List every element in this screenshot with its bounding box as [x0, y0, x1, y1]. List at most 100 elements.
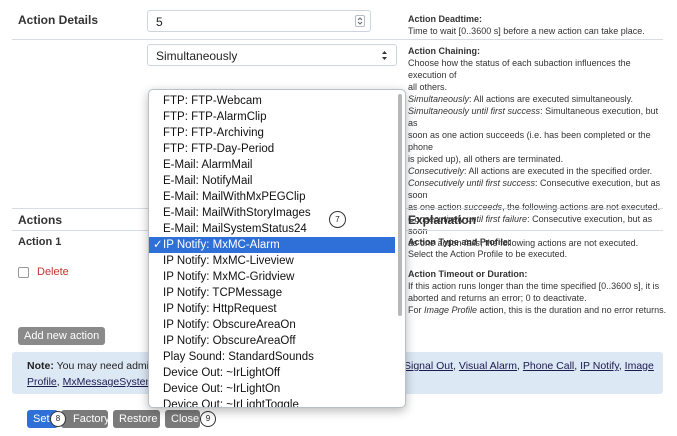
stepper-icon[interactable]	[355, 15, 365, 27]
note-bold: Note:	[27, 360, 54, 372]
help-chaining-term: Simultaneously	[408, 94, 470, 104]
dropdown-option[interactable]: FTP: FTP-Archiving	[149, 125, 395, 141]
dropdown-option-label: E-Mail: MailSystemStatus24	[163, 223, 307, 235]
dropdown-option[interactable]: E-Mail: MailWithMxPEGClip	[149, 189, 395, 205]
dropdown-option-label: E-Mail: MailWithMxPEGClip	[163, 191, 306, 203]
dropdown-option-label: Play Sound: StandardSounds	[163, 351, 314, 363]
help-chaining-title: Action Chaining	[408, 46, 477, 56]
help-chaining-line: as one action	[408, 202, 465, 212]
delete-label: Delete	[37, 266, 69, 278]
action-details-label: Action Details	[18, 13, 99, 27]
action-1-label: Action 1	[18, 236, 62, 248]
callout-badge-8: 8	[50, 411, 66, 427]
help-type-title: Action Type and Profile	[408, 237, 508, 247]
link-ip-notify[interactable]: IP Notify	[580, 360, 619, 372]
action-profile-dropdown[interactable]: FTP: FTP-Webcam FTP: FTP-AlarmClip FTP: FT…	[148, 89, 406, 408]
dropdown-option-label: IP Notify: MxMC-Alarm	[163, 239, 280, 251]
dropdown-option[interactable]: FTP: FTP-Webcam	[149, 93, 395, 109]
help-chaining-line: Choose how the status of each subaction …	[408, 58, 631, 80]
note-text: Note: You may need admi	[27, 360, 149, 372]
chaining-select[interactable]: Simultaneously	[147, 44, 397, 66]
help-type-text: Select the Action Profile to be executed…	[408, 249, 568, 259]
dropdown-option-label: Device Out: ~IrLightToggle	[163, 399, 299, 408]
help-chaining-line: is picked up), all others are terminated…	[408, 154, 564, 164]
dropdown-option-label: E-Mail: NotifyMail	[163, 175, 253, 187]
dropdown-option-label: IP Notify: ObscureAreaOff	[163, 335, 296, 347]
callout-badge-7: 7	[329, 211, 346, 228]
help-chaining-line: , the following actions are not executed…	[502, 202, 661, 212]
dropdown-option[interactable]: Play Sound: StandardSounds	[149, 349, 395, 365]
chaining-value: Simultaneously	[156, 49, 238, 63]
help-timeout-line: If this action runs longer than the time…	[408, 281, 660, 291]
link-phone-call[interactable]: Phone Call	[523, 360, 574, 372]
add-new-action-button[interactable]: Add new action	[18, 327, 106, 345]
dropdown-option-label: E-Mail: AlarmMail	[163, 159, 253, 171]
help-chaining-term: Consecutively	[408, 166, 465, 176]
delete-checkbox[interactable]	[18, 267, 29, 278]
dropdown-option[interactable]: FTP: FTP-Day-Period	[149, 141, 395, 157]
help-deadtime-text: Time to wait [0..3600 s] before a new ac…	[408, 26, 645, 36]
dropdown-option-label: FTP: FTP-Archiving	[163, 127, 264, 139]
close-button[interactable]: Close	[165, 410, 200, 428]
dropdown-option[interactable]: Device Out: ~IrLightOff	[149, 365, 395, 381]
dropdown-option-label: IP Notify: HttpRequest	[163, 303, 277, 315]
select-arrows-icon	[381, 50, 388, 64]
dropdown-option[interactable]: IP Notify: ObscureAreaOff	[149, 333, 395, 349]
help-deadtime: Action Deadtime: Time to wait [0..3600 s…	[408, 14, 645, 36]
help-chaining-term: Simultaneously until first success	[408, 106, 541, 116]
help-timeout: Action Timeout or Duration: If this acti…	[408, 269, 667, 315]
help-timeout-term: Image Profile	[424, 305, 478, 315]
dropdown-option[interactable]: Device Out: ~IrLightToggle	[149, 397, 395, 408]
dropdown-option-label: Device Out: ~IrLightOff	[163, 367, 281, 379]
dropdown-option[interactable]: E-Mail: AlarmMail	[149, 157, 395, 173]
note-body: You may need admi	[53, 360, 149, 372]
deadtime-value: 5	[156, 15, 163, 29]
link-signal-out[interactable]: Signal Out	[404, 360, 453, 372]
dropdown-option-label: IP Notify: TCPMessage	[163, 287, 283, 299]
link-profile[interactable]: Profile	[27, 376, 57, 388]
note-links-right: Signal Out, Visual Alarm, Phone Call, IP…	[404, 360, 654, 372]
link-visual-alarm[interactable]: Visual Alarm	[459, 360, 517, 372]
help-timeout-title: Action Timeout or Duration	[408, 269, 525, 279]
factory-button[interactable]: Factory	[61, 410, 110, 428]
dropdown-option[interactable]: E-Mail: MailWithStoryImages	[149, 205, 395, 221]
dropdown-option[interactable]: IP Notify: MxMC-Gridview	[149, 269, 395, 285]
dropdown-option-label: FTP: FTP-Day-Period	[163, 143, 275, 155]
help-chaining-term: Consecutively until first success	[408, 178, 536, 188]
help-chaining-text: : All actions are executed simultaneousl…	[469, 94, 633, 104]
help-timeout-line: action, this is the duration and no erro…	[477, 305, 667, 315]
note-links-left: Profile, MxMessageSystem	[27, 376, 155, 388]
help-type: Action Type and Profile: Select the Acti…	[408, 237, 568, 259]
help-timeout-line: aborted and returns an error; 0 to deact…	[408, 293, 587, 303]
dropdown-option[interactable]: FTP: FTP-AlarmClip	[149, 109, 395, 125]
help-chaining-term: succeeds	[464, 202, 503, 212]
dropdown-option-label: FTP: FTP-AlarmClip	[163, 111, 267, 123]
dropdown-option[interactable]: IP Notify: MxMC-Liveview	[149, 253, 395, 269]
dropdown-scrollbar[interactable]	[398, 94, 402, 316]
help-chaining-text: : All actions are executed in the specif…	[464, 166, 653, 176]
dropdown-option[interactable]: ✓ IP Notify: MxMC-Alarm	[149, 237, 395, 253]
restore-button[interactable]: Restore	[113, 410, 160, 428]
callout-badge-9: 9	[200, 411, 216, 427]
dropdown-option-label: IP Notify: MxMC-Gridview	[163, 271, 295, 283]
checkmark-icon: ✓	[153, 239, 163, 251]
dropdown-option[interactable]: E-Mail: NotifyMail	[149, 173, 395, 189]
dropdown-option[interactable]: IP Notify: TCPMessage	[149, 285, 395, 301]
deadtime-input[interactable]: 5	[147, 10, 371, 32]
divider	[12, 39, 663, 40]
dropdown-option-label: E-Mail: MailWithStoryImages	[163, 207, 311, 219]
explanation-heading: Explanation	[408, 213, 477, 227]
dropdown-option-label: FTP: FTP-Webcam	[163, 95, 262, 107]
dropdown-option[interactable]: E-Mail: MailSystemStatus24	[149, 221, 395, 237]
help-chaining-line: soon as one action succeeds (i.e. has be…	[408, 130, 651, 152]
actions-heading: Actions	[18, 213, 63, 227]
help-chaining-line: all others.	[408, 82, 448, 92]
dropdown-option-label: IP Notify: ObscureAreaOn	[163, 319, 296, 331]
link-mxmessagesystem[interactable]: MxMessageSystem	[63, 376, 155, 388]
help-timeout-line: For	[408, 305, 425, 315]
dropdown-option[interactable]: IP Notify: HttpRequest	[149, 301, 395, 317]
link-image[interactable]: Image	[625, 360, 654, 372]
dropdown-option[interactable]: Device Out: ~IrLightOn	[149, 381, 395, 397]
dropdown-option[interactable]: IP Notify: ObscureAreaOn	[149, 317, 395, 333]
dropdown-option-label: Device Out: ~IrLightOn	[163, 383, 281, 395]
